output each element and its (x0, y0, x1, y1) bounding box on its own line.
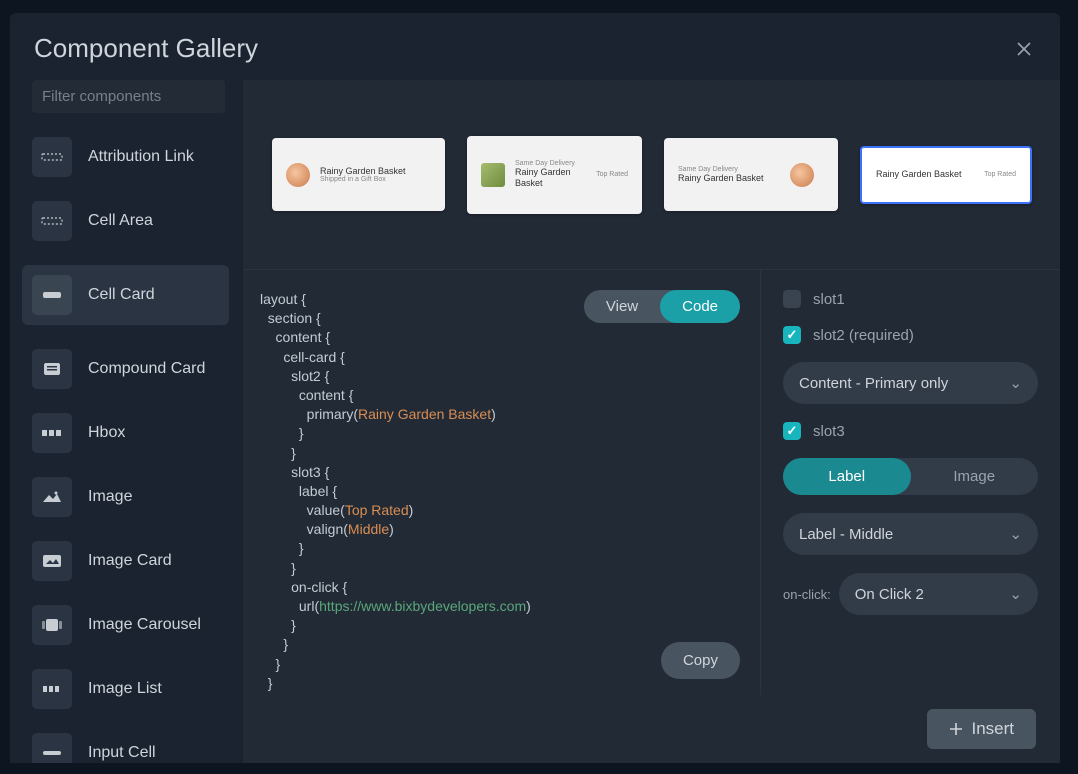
slot3-image-button[interactable]: Image (911, 458, 1039, 495)
main-panel: Rainy Garden Basket Shipped in a Gift Bo… (244, 80, 1060, 763)
preview-thumb-icon (286, 163, 310, 187)
sidebar-item-label: Image Carousel (88, 616, 201, 634)
image-list-icon (32, 669, 72, 709)
search-input[interactable] (42, 88, 241, 105)
sidebar-item-label: Input Cell (88, 744, 156, 762)
hbox-icon (32, 413, 72, 453)
modal-body: Attribution Link Cell Area Cell Card (10, 80, 1060, 763)
preview-right-label: Top Rated (984, 171, 1016, 178)
preview-title: Rainy Garden Basket (515, 167, 596, 189)
sidebar-item-label: Attribution Link (88, 148, 194, 166)
sidebar-item-label: Image Card (88, 552, 172, 570)
slot1-label: slot1 (813, 291, 845, 308)
compound-card-icon (32, 349, 72, 389)
preview-title: Rainy Garden Basket (320, 166, 431, 177)
sidebar-item-cell-card[interactable]: Cell Card (22, 265, 229, 325)
cell-area-icon (32, 201, 72, 241)
sidebar-item-label: Image (88, 488, 132, 506)
slot3-row: ✓ slot3 (783, 422, 1038, 440)
preview-card-3[interactable]: Same Day Delivery Rainy Garden Basket (664, 138, 838, 211)
slot3-select[interactable]: Label - Middle ⌄ (783, 513, 1038, 555)
view-button[interactable]: View (584, 290, 660, 323)
code-panel: View Code layout { section { content { c… (244, 270, 760, 695)
preview-thumb-icon (790, 163, 814, 187)
image-carousel-icon (32, 605, 72, 645)
onclick-label: on-click: (783, 587, 831, 602)
input-cell-icon (32, 733, 72, 763)
slot2-select[interactable]: Content - Primary only ⌄ (783, 362, 1038, 404)
cell-card-icon (32, 275, 72, 315)
onclick-select[interactable]: On Click 2 ⌄ (839, 573, 1038, 615)
sidebar-item-hbox[interactable]: Hbox (32, 413, 243, 453)
close-button[interactable] (1012, 37, 1036, 61)
sidebar-item-label: Image List (88, 680, 162, 698)
preview-overline: Same Day Delivery (678, 166, 790, 173)
modal-header: Component Gallery (10, 13, 1060, 80)
sidebar-item-image-list[interactable]: Image List (32, 669, 243, 709)
sidebar-item-input-cell[interactable]: Input Cell (32, 733, 243, 763)
image-icon (32, 477, 72, 517)
onclick-select-value: On Click 2 (855, 586, 924, 603)
modal-footer: Insert (244, 695, 1060, 763)
preview-title: Rainy Garden Basket (678, 173, 790, 184)
chevron-down-icon: ⌄ (1009, 585, 1022, 603)
slot1-row: slot1 (783, 290, 1038, 308)
preview-overline: Same Day Delivery (515, 160, 596, 167)
slot3-label-button[interactable]: Label (783, 458, 911, 495)
preview-title: Rainy Garden Basket (876, 169, 984, 180)
component-list: Attribution Link Cell Area Cell Card (32, 137, 243, 763)
insert-button[interactable]: Insert (927, 709, 1036, 749)
options-panel: slot1 ✓ slot2 (required) Content - Prima… (760, 270, 1060, 695)
sidebar-item-label: Cell Area (88, 212, 153, 230)
sidebar: Attribution Link Cell Area Cell Card (10, 80, 244, 763)
onclick-row: on-click: On Click 2 ⌄ (783, 573, 1038, 615)
chevron-down-icon: ⌄ (1009, 525, 1022, 543)
preview-thumb-icon (481, 163, 505, 187)
code-block[interactable]: layout { section { content { cell-card {… (260, 290, 744, 695)
attribution-link-icon (32, 137, 72, 177)
slot3-toggle: Label Image (783, 458, 1038, 495)
search-box[interactable] (32, 80, 225, 113)
component-gallery-modal: Component Gallery Attribution Link (10, 13, 1060, 763)
sidebar-item-label: Hbox (88, 424, 125, 442)
slot3-label: slot3 (813, 423, 845, 440)
insert-button-label: Insert (971, 719, 1014, 739)
sidebar-item-image[interactable]: Image (32, 477, 243, 517)
slot2-checkbox[interactable]: ✓ (783, 326, 801, 344)
slot2-row: ✓ slot2 (required) (783, 326, 1038, 344)
sidebar-item-image-card[interactable]: Image Card (32, 541, 243, 581)
view-code-toggle: View Code (584, 290, 740, 323)
sidebar-item-label: Cell Card (88, 286, 155, 304)
preview-card-4[interactable]: Rainy Garden Basket Top Rated (860, 146, 1032, 204)
slot1-checkbox[interactable] (783, 290, 801, 308)
slot2-label: slot2 (required) (813, 327, 914, 344)
sidebar-item-image-carousel[interactable]: Image Carousel (32, 605, 243, 645)
image-card-icon (32, 541, 72, 581)
code-button[interactable]: Code (660, 290, 740, 323)
slot3-select-value: Label - Middle (799, 526, 893, 543)
plus-icon (949, 722, 963, 736)
slot3-checkbox[interactable]: ✓ (783, 422, 801, 440)
sidebar-item-compound-card[interactable]: Compound Card (32, 349, 243, 389)
preview-strip: Rainy Garden Basket Shipped in a Gift Bo… (244, 80, 1060, 270)
preview-card-2[interactable]: Same Day Delivery Rainy Garden Basket To… (467, 136, 642, 214)
copy-button[interactable]: Copy (661, 642, 740, 679)
modal-title: Component Gallery (34, 33, 258, 64)
sidebar-item-attribution-link[interactable]: Attribution Link (32, 137, 243, 177)
editor-row: View Code layout { section { content { c… (244, 270, 1060, 695)
chevron-down-icon: ⌄ (1009, 374, 1022, 392)
sidebar-item-cell-area[interactable]: Cell Area (32, 201, 243, 241)
close-icon (1016, 41, 1032, 57)
slot2-select-value: Content - Primary only (799, 375, 948, 392)
preview-right-label: Top Rated (596, 171, 628, 178)
preview-card-1[interactable]: Rainy Garden Basket Shipped in a Gift Bo… (272, 138, 445, 211)
sidebar-item-label: Compound Card (88, 360, 205, 378)
preview-subtitle: Shipped in a Gift Box (320, 176, 431, 183)
